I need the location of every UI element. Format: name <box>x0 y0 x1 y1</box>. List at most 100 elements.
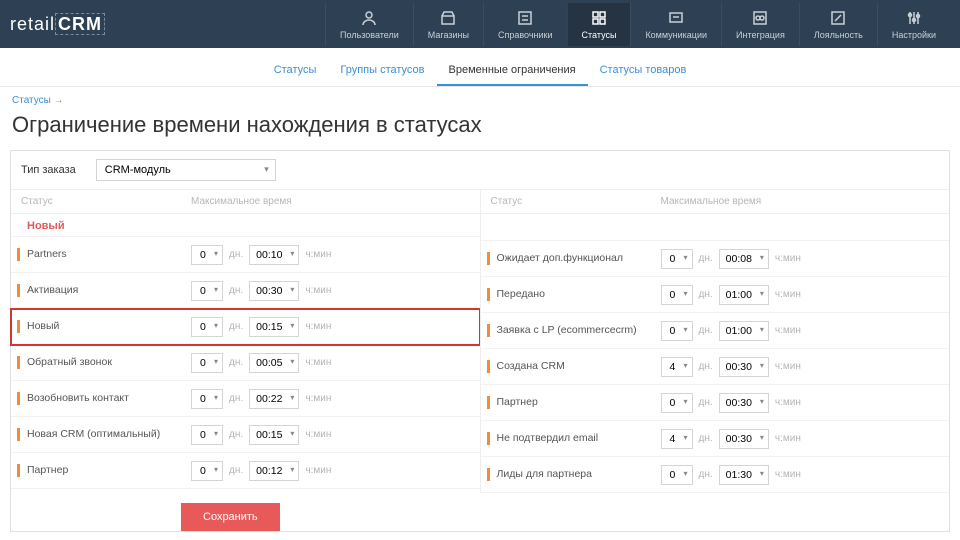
nav-label: Статусы <box>582 30 617 40</box>
days-select[interactable]: 0 <box>661 393 693 413</box>
time-select[interactable]: 01:00 <box>719 285 769 305</box>
time-select[interactable]: 00:30 <box>719 429 769 449</box>
days-select[interactable]: 0 <box>191 389 223 409</box>
logo: retailCRM <box>10 14 105 35</box>
days-label: дн. <box>699 289 713 300</box>
group-label: Новый <box>11 214 480 237</box>
days-select[interactable]: 0 <box>191 353 223 373</box>
order-type-label: Тип заказа <box>21 164 76 176</box>
status-name: Партнер <box>21 464 191 478</box>
time-select[interactable]: 00:30 <box>719 357 769 377</box>
list-icon <box>516 9 534 27</box>
status-name: Партнер <box>491 396 661 410</box>
days-label: дн. <box>699 325 713 336</box>
days-label: дн. <box>229 285 243 296</box>
subnav-item[interactable]: Временные ограничения <box>437 58 588 86</box>
percent-icon <box>829 9 847 27</box>
days-select[interactable]: 0 <box>191 461 223 481</box>
days-label: дн. <box>699 253 713 264</box>
logo-prefix: retail <box>10 14 55 34</box>
status-name: Обратный звонок <box>21 356 191 370</box>
days-select[interactable]: 0 <box>191 425 223 445</box>
time-controls: 0 дн. 00:30 ч:мин <box>191 281 331 301</box>
nav-sliders[interactable]: Настройки <box>877 3 950 46</box>
hmin-label: ч:мин <box>305 357 331 368</box>
breadcrumb: Статусы → <box>0 87 960 106</box>
hmin-label: ч:мин <box>305 249 331 260</box>
hmin-label: ч:мин <box>305 285 331 296</box>
status-row: Ожидает доп.функционал0дн.00:08ч:мин <box>481 241 950 277</box>
left-column: Статус Максимальное время Новый Partners… <box>11 190 480 493</box>
days-select[interactable]: 0 <box>661 321 693 341</box>
time-select[interactable]: 00:30 <box>249 281 299 301</box>
subnav-item[interactable]: Статусы <box>262 58 329 86</box>
status-name: Возобновить контакт <box>21 392 191 406</box>
time-select[interactable]: 00:08 <box>719 249 769 269</box>
time-select[interactable]: 00:22 <box>249 389 299 409</box>
days-select[interactable]: 0 <box>661 465 693 485</box>
nav-user[interactable]: Пользователи <box>325 3 413 46</box>
nav-list[interactable]: Справочники <box>483 3 567 46</box>
order-type-row: Тип заказа CRM-модуль <box>11 151 949 190</box>
status-row: Возобновить контакт0дн.00:22ч:мин <box>11 381 480 417</box>
nav-label: Пользователи <box>340 30 399 40</box>
days-select[interactable]: 4 <box>661 357 693 377</box>
nav-link[interactable]: Интеграция <box>721 3 799 46</box>
save-button[interactable]: Сохранить <box>181 503 280 531</box>
time-controls: 0дн.00:10ч:мин <box>191 245 331 265</box>
status-row: Обратный звонок0 дн. 00:05 ч:мин <box>11 345 480 381</box>
time-select[interactable]: 01:30 <box>719 465 769 485</box>
days-select[interactable]: 0 <box>661 249 693 269</box>
status-row: Новый0дн.00:15ч:мин <box>11 309 480 345</box>
time-controls: 0 дн. 01:30 ч:мин <box>661 465 801 485</box>
time-controls: 0дн.01:00ч:мин <box>661 321 801 341</box>
hmin-label: ч:мин <box>305 465 331 476</box>
sliders-icon <box>905 9 923 27</box>
hmin-label: ч:мин <box>775 469 801 480</box>
time-select[interactable]: 00:05 <box>249 353 299 373</box>
time-select[interactable]: 00:12 <box>249 461 299 481</box>
right-header: Статус Максимальное время <box>481 190 950 214</box>
breadcrumb-link[interactable]: Статусы <box>12 95 51 106</box>
columns: Статус Максимальное время Новый Partners… <box>11 190 949 493</box>
status-row: Лиды для партнера0 дн. 01:30 ч:мин <box>481 457 950 493</box>
nav-percent[interactable]: Лояльность <box>799 3 877 46</box>
status-row: Partners0дн.00:10ч:мин <box>11 237 480 273</box>
time-controls: 4дн.00:30ч:мин <box>661 429 801 449</box>
status-name: Не подтвердил email <box>491 432 661 446</box>
time-select[interactable]: 00:15 <box>249 317 299 337</box>
status-name: Заявка с LP (ecommercecrm) <box>491 324 661 338</box>
nav-label: Магазины <box>428 30 469 40</box>
nav-store[interactable]: Магазины <box>413 3 483 46</box>
status-row: Передано0дн.01:00ч:мин <box>481 277 950 313</box>
status-row: Новая CRM (оптимальный)0дн.00:15ч:мин <box>11 417 480 453</box>
save-row: Сохранить <box>181 503 949 531</box>
hmin-label: ч:мин <box>305 393 331 404</box>
order-type-select[interactable]: CRM-модуль <box>96 159 276 181</box>
days-label: дн. <box>699 469 713 480</box>
left-header: Статус Максимальное время <box>11 190 480 214</box>
status-name: Новый <box>21 320 191 334</box>
days-label: дн. <box>229 321 243 332</box>
panel: Тип заказа CRM-модуль Статус Максимально… <box>10 150 950 532</box>
time-select[interactable]: 00:30 <box>719 393 769 413</box>
time-controls: 0дн.01:00ч:мин <box>661 285 801 305</box>
time-controls: 4дн.00:30ч:мин <box>661 357 801 377</box>
days-select[interactable]: 0 <box>191 245 223 265</box>
days-select[interactable]: 0 <box>191 281 223 301</box>
days-select[interactable]: 0 <box>661 285 693 305</box>
grid-icon <box>590 9 608 27</box>
days-label: дн. <box>699 361 713 372</box>
time-select[interactable]: 00:10 <box>249 245 299 265</box>
subnav-item[interactable]: Группы статусов <box>328 58 436 86</box>
days-select[interactable]: 0 <box>191 317 223 337</box>
days-select[interactable]: 4 <box>661 429 693 449</box>
nav-chat[interactable]: Коммуникации <box>630 3 721 46</box>
nav-grid[interactable]: Статусы <box>567 3 631 46</box>
days-label: дн. <box>229 465 243 476</box>
subnav-item[interactable]: Статусы товаров <box>588 58 699 86</box>
days-label: дн. <box>229 357 243 368</box>
status-name: Лиды для партнера <box>491 468 661 482</box>
time-select[interactable]: 01:00 <box>719 321 769 341</box>
time-select[interactable]: 00:15 <box>249 425 299 445</box>
